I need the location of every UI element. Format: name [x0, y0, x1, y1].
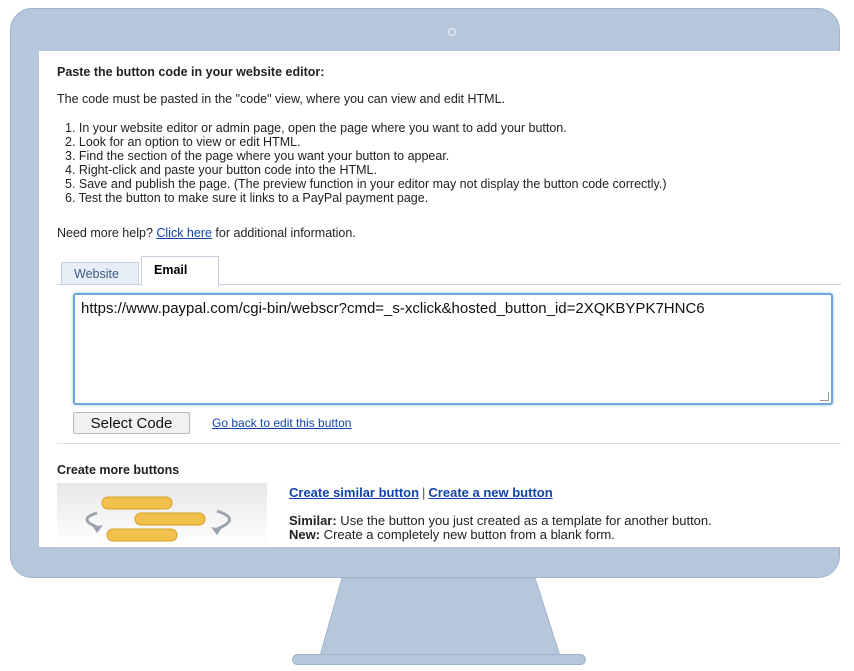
buttons-arrows-illustration [57, 483, 267, 547]
resize-grip-icon[interactable] [820, 392, 829, 401]
steps-list: 1. In your website editor or admin page,… [65, 121, 667, 205]
monitor-base [292, 654, 586, 665]
tab-email[interactable]: Email [141, 256, 219, 286]
step-item: 4. Right-click and paste your button cod… [65, 163, 377, 177]
step-item: 3. Find the section of the page where yo… [65, 149, 450, 163]
link-separator: | [422, 485, 426, 500]
tab-website[interactable]: Website [61, 262, 139, 284]
help-text: Need more help? Click here for additiona… [57, 226, 356, 240]
help-prefix: Need more help? [57, 226, 157, 240]
step-item: 5. Save and publish the page. (The previ… [65, 177, 667, 191]
button-code-textarea[interactable]: https://www.paypal.com/cgi-bin/webscr?cm… [73, 293, 833, 405]
section-divider [57, 443, 841, 444]
step-item: 6. Test the button to make sure it links… [65, 191, 429, 205]
monitor-frame: Paste the button code in your website ed… [10, 8, 841, 578]
create-more-heading: Create more buttons [57, 463, 180, 477]
step-item: 2. Look for an option to view or edit HT… [65, 135, 301, 149]
help-suffix: for additional information. [211, 226, 356, 240]
go-back-edit-link[interactable]: Go back to edit this button [212, 416, 351, 430]
create-similar-button-link[interactable]: Create similar button [289, 485, 419, 500]
similar-description: Similar: Use the button you just created… [289, 513, 712, 528]
create-description: Similar: Use the button you just created… [289, 514, 712, 542]
click-here-link[interactable]: Click here [156, 226, 212, 240]
new-description: New: Create a completely new button from… [289, 527, 615, 542]
monitor-screen: Paste the button code in your website ed… [39, 51, 841, 547]
step-item: 1. In your website editor or admin page,… [65, 121, 567, 135]
create-new-button-link[interactable]: Create a new button [428, 485, 552, 500]
intro-text: The code must be pasted in the "code" vi… [57, 92, 506, 106]
code-tabs: Website Email [61, 256, 837, 286]
email-tab-panel: https://www.paypal.com/cgi-bin/webscr?cm… [57, 284, 841, 437]
monitor-camera-icon [448, 28, 456, 36]
select-code-button[interactable]: Select Code [73, 412, 190, 434]
button-code-value: https://www.paypal.com/cgi-bin/webscr?cm… [81, 300, 705, 317]
paste-heading: Paste the button code in your website ed… [57, 65, 325, 79]
create-links: Create similar button | Create a new butto… [289, 485, 553, 500]
